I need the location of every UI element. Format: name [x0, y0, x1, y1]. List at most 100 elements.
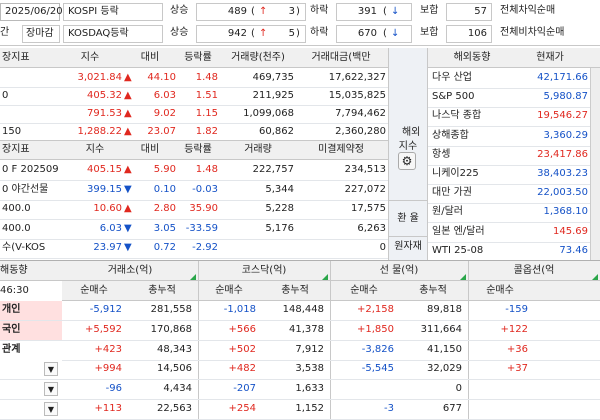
index-row-rate: 1.48 — [195, 72, 218, 83]
investor-value: +2,158 — [356, 304, 394, 315]
index-row-amount: 15,035,825 — [328, 90, 386, 101]
futures-row-volume — [222, 239, 294, 257]
investor-row-name — [2, 360, 42, 378]
index-row-change: 6.03 — [153, 90, 176, 101]
index-row-volume: 1,099,068 — [243, 108, 294, 119]
futures-header-3: 등락률 — [184, 144, 212, 155]
kosdaq-flat-count: 106 — [467, 28, 487, 39]
futures-row-volume: 222,757 — [252, 164, 294, 175]
futures-row-value: 399.15 — [87, 183, 122, 195]
index-row-arrow: ▲ — [124, 90, 132, 101]
investor-value: 14,506 — [157, 363, 192, 375]
chevron-down-icon[interactable]: ▼ — [44, 402, 58, 416]
index-header-2: 대비 — [140, 52, 160, 63]
investor-subheader-5: 총누적 — [419, 285, 447, 296]
index-row-change: 9.02 — [153, 108, 176, 119]
paren-open: ( — [383, 6, 387, 17]
investor-value: 32,029 — [427, 363, 462, 375]
investor-subheader-4: 순매수 — [350, 285, 378, 296]
world-row-name: 일본 엔/달러 — [432, 225, 485, 237]
index-row-arrow: ▲ — [124, 108, 132, 119]
index-row-rate: 1.51 — [195, 90, 218, 101]
investor-value: +423 — [94, 343, 122, 355]
sort-marker-icon — [592, 274, 598, 280]
futures-row-value: 6.03 — [99, 222, 122, 234]
kosdaq-fall-box: 670 ( ↓ — [336, 25, 412, 43]
investor-value: 89,818 — [427, 304, 462, 315]
kosdaq-fall-label: 하락 — [310, 27, 329, 38]
fx-button[interactable]: 환 율 — [388, 210, 428, 228]
market-status-box: 장마감 — [22, 25, 60, 43]
date-field[interactable]: 2025/06/20 — [0, 3, 63, 21]
kospi-fall-count: 391 — [357, 6, 377, 17]
futures-row-rate: -0.03 — [192, 183, 218, 195]
overseas-index-button[interactable]: 해외 지수 — [388, 112, 428, 152]
paren-open: ( — [251, 6, 255, 17]
kosdaq-upper-limit-count: 5 — [288, 28, 295, 39]
index-row-name — [2, 69, 62, 87]
futures-row-change: 2.80 — [153, 203, 176, 214]
sort-marker-icon — [190, 274, 196, 280]
investor-subheader-1: 총누적 — [148, 285, 176, 296]
investor-value: +36 — [506, 343, 528, 355]
kospi-fall-box: 391 ( ↓ — [336, 3, 412, 21]
investor-subheader-3: 총누적 — [281, 285, 309, 296]
futures-header-5: 미결제약정 — [318, 144, 364, 155]
world-row-name: 원/달러 — [432, 206, 463, 218]
investor-value: -5,545 — [361, 363, 394, 375]
index-header-3: 등락률 — [184, 52, 212, 63]
index-row-arrow: ▲ — [124, 126, 132, 137]
world-row-name: S&P 500 — [432, 91, 475, 103]
investor-value: 22,563 — [157, 403, 192, 414]
investor-title: 해동향 — [0, 265, 28, 276]
investor-value: 677 — [442, 403, 462, 414]
world-row-price: 73.46 — [559, 244, 588, 256]
futures-row-rate: 35.90 — [189, 203, 218, 214]
kosdaq-rise-count: 942 — [227, 28, 247, 39]
world-row-name: 니케이225 — [432, 168, 479, 179]
kosdaq-breadth-label: KOSDAQ등락 — [68, 28, 129, 39]
kospi-breadth-label: KOSPI 등락 — [68, 6, 119, 17]
index-row-rate: 1.82 — [195, 126, 218, 137]
futures-row-name: 0 F 202509 — [2, 164, 59, 175]
gear-icon[interactable]: ⚙ — [398, 152, 416, 170]
raw-material-button[interactable]: 원자재 — [388, 238, 428, 256]
investor-value: 1,633 — [295, 383, 324, 395]
investor-value: +5,592 — [84, 323, 122, 335]
index-row-amount: 7,794,462 — [335, 108, 386, 119]
index-header-0: 장지표 — [2, 52, 30, 63]
world-row-price: 23,417.86 — [537, 148, 588, 160]
investor-group-2: 선 물(억) — [379, 265, 419, 276]
investor-time: 46:30 — [0, 285, 29, 296]
futures-row-arrow: ▼ — [124, 183, 132, 195]
index-row-volume: 211,925 — [252, 90, 294, 101]
world-row-price: 22,003.50 — [537, 187, 588, 199]
index-row-value: 405.32 — [87, 90, 122, 101]
index-row-rate: 1.15 — [195, 108, 218, 119]
index-row-volume: 60,862 — [259, 126, 294, 137]
program-arb-label: 전체차익순매 — [500, 5, 556, 16]
kospi-flat-box: 57 — [446, 3, 492, 21]
chevron-down-icon[interactable]: ▼ — [44, 362, 58, 377]
index-row-volume: 469,735 — [252, 72, 294, 83]
investor-value: 170,868 — [150, 323, 192, 335]
index-row-amount: 17,622,327 — [328, 72, 386, 83]
futures-header-2: 대비 — [140, 144, 160, 155]
index-row-value: 791.53 — [87, 108, 122, 119]
investor-subheader-0: 순매수 — [80, 285, 108, 296]
world-table-scrollbar[interactable] — [590, 68, 600, 260]
investor-value: +502 — [228, 343, 256, 355]
kospi-rise-label: 상승 — [170, 5, 189, 16]
chevron-down-icon[interactable]: ▼ — [44, 382, 58, 397]
index-row-amount: 2,360,280 — [335, 126, 386, 137]
row2-prefix: 간 — [0, 27, 10, 38]
kosdaq-flat-label: 보합 — [420, 27, 439, 38]
investor-group-1: 코스닥(억) — [241, 265, 287, 276]
market-status: 장마감 — [26, 28, 54, 39]
index-row-name: 0 — [2, 90, 9, 101]
futures-row-name: 400.0 — [2, 222, 31, 234]
world-row-price: 42,171.66 — [537, 72, 588, 83]
futures-row-value: 10.60 — [93, 203, 122, 214]
investor-value: 7,912 — [295, 343, 324, 355]
investor-value: +566 — [228, 323, 256, 335]
